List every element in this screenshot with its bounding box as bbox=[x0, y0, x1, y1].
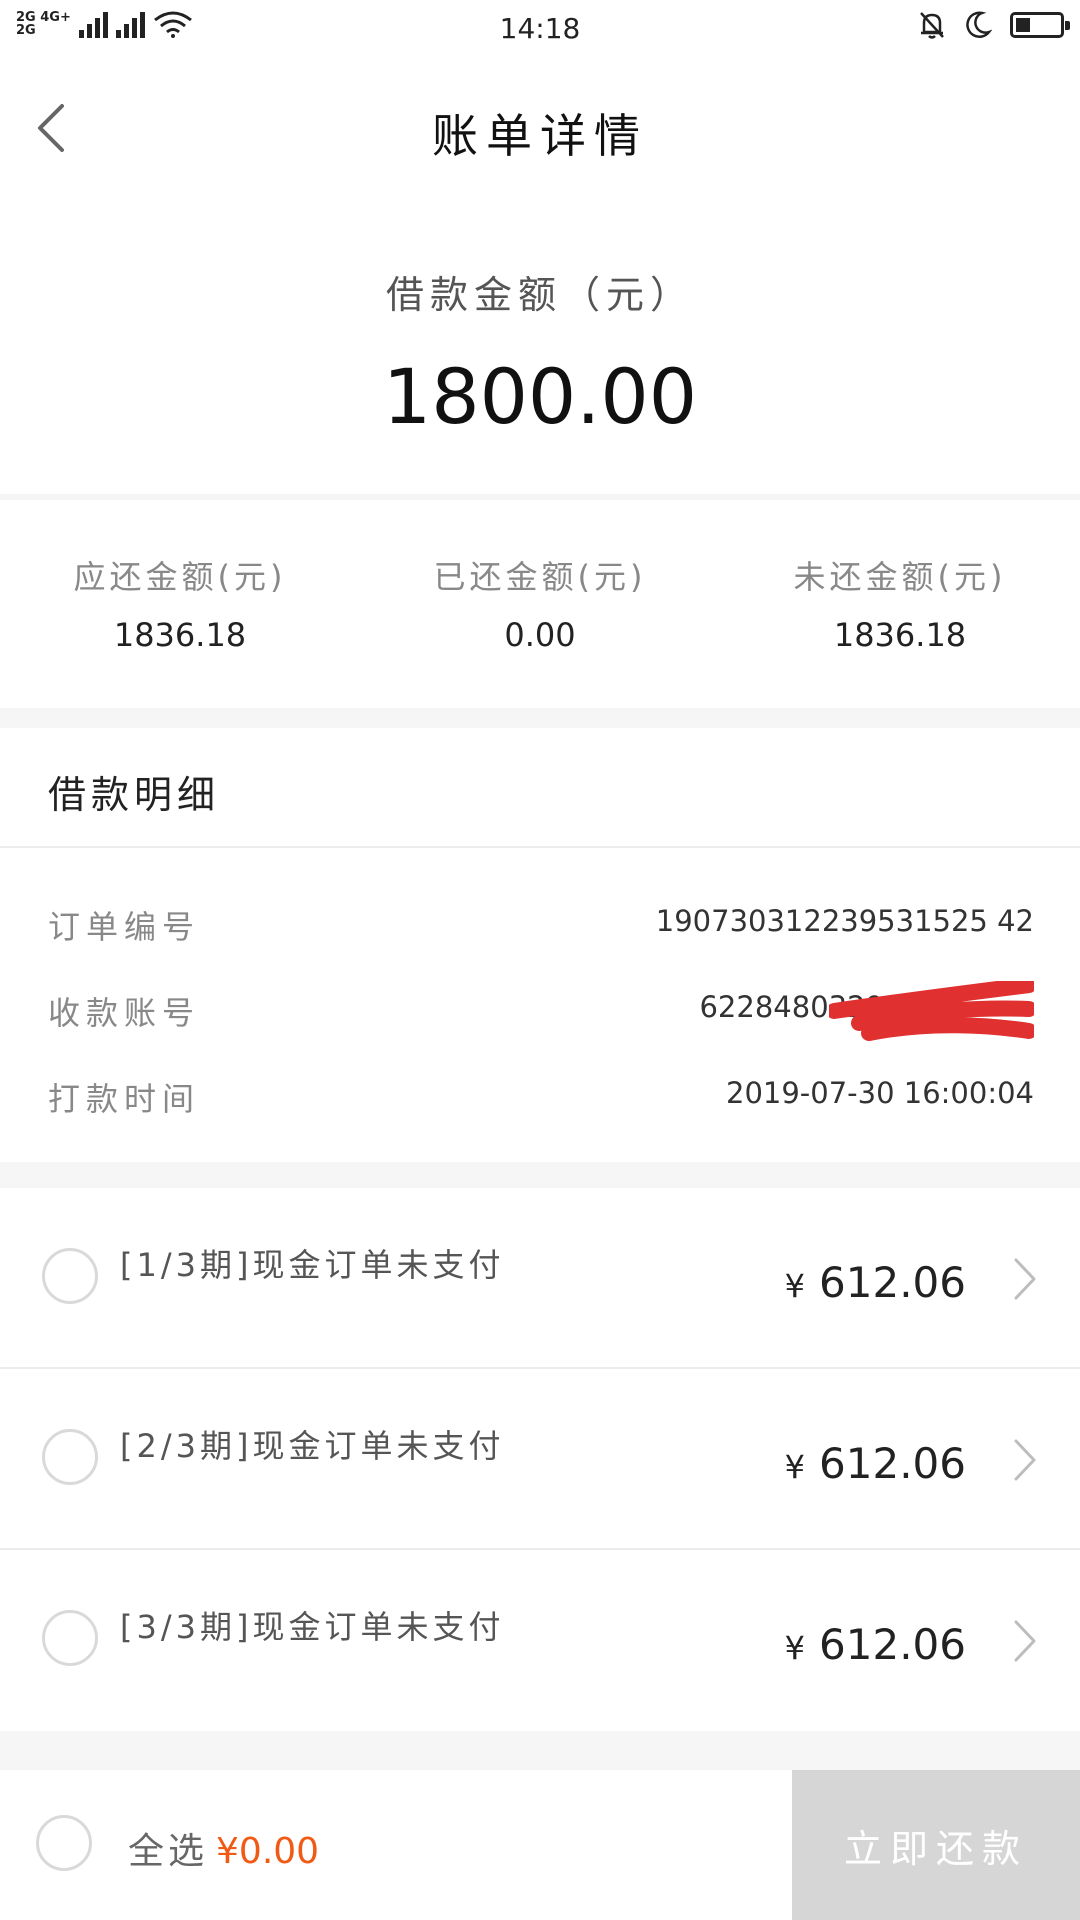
detail-value: 2019-07-30 16:00:04 bbox=[726, 1076, 1034, 1110]
loan-amount-label: 借款金额（元） bbox=[385, 273, 694, 317]
installment-list: [1/3期]现金订单未支付 ¥612.06 [2/3期]现金订单未支付 ¥612… bbox=[0, 1188, 1080, 1731]
select-all-label[interactable]: 全选 ¥0.00 bbox=[128, 1822, 319, 1874]
select-all-text: 全选 bbox=[128, 1831, 209, 1872]
status-bar: 2G 4G+ 2G 14:18 bbox=[0, 0, 1080, 56]
detail-row-account: 收款账号 6228480329 bbox=[48, 978, 1034, 1041]
installment-item[interactable]: [1/3期]现金订单未支付 ¥612.06 bbox=[0, 1188, 1080, 1369]
moon-icon bbox=[966, 11, 992, 38]
battery-icon bbox=[1010, 12, 1070, 38]
summary-label: 已还金额(元) bbox=[433, 558, 647, 596]
installment-amount: ¥612.06 bbox=[785, 1620, 966, 1669]
loan-details: 借款明细 订单编号 190730312239531525 42 收款账号 622… bbox=[0, 728, 1080, 1162]
currency-symbol: ¥ bbox=[784, 1267, 806, 1305]
repayment-summary: 应还金额(元) 1836.18 已还金额(元) 0.00 未还金额(元) 183… bbox=[0, 500, 1080, 708]
chevron-right-icon[interactable] bbox=[1010, 1618, 1040, 1664]
installment-label: [3/3期]现金订单未支付 bbox=[120, 1608, 505, 1646]
summary-paid: 已还金额(元) 0.00 bbox=[360, 500, 720, 708]
detail-key: 订单编号 bbox=[48, 908, 201, 946]
installment-item[interactable]: [3/3期]现金订单未支付 ¥612.06 bbox=[0, 1550, 1080, 1731]
detail-key: 收款账号 bbox=[48, 994, 201, 1032]
summary-label: 应还金额(元) bbox=[73, 558, 287, 596]
loan-amount-card: 借款金额（元） 1800.00 bbox=[0, 202, 1080, 494]
installment-item[interactable]: [2/3期]现金订单未支付 ¥612.06 bbox=[0, 1369, 1080, 1550]
summary-value: 1836.18 bbox=[833, 616, 967, 654]
status-right bbox=[918, 10, 1070, 40]
installment-amount: ¥612.06 bbox=[785, 1258, 966, 1307]
bottom-action-bar: 全选 ¥0.00 立即还款 bbox=[0, 1770, 1080, 1920]
currency-symbol: ¥ bbox=[784, 1629, 806, 1667]
select-all-checkbox[interactable] bbox=[36, 1815, 92, 1871]
summary-due: 应还金额(元) 1836.18 bbox=[0, 500, 360, 708]
nav-header: 账单详情 bbox=[0, 56, 1080, 202]
amount-value: 612.06 bbox=[819, 1620, 966, 1669]
currency-symbol: ¥ bbox=[784, 1448, 806, 1486]
redaction-scribble bbox=[829, 981, 1034, 1041]
page-title: 账单详情 bbox=[432, 109, 648, 163]
summary-value: 0.00 bbox=[504, 616, 576, 654]
amount-value: 612.06 bbox=[819, 1439, 966, 1488]
installment-label: [1/3期]现金订单未支付 bbox=[120, 1246, 505, 1284]
amount-value: 612.06 bbox=[819, 1258, 966, 1307]
details-title: 借款明细 bbox=[48, 773, 221, 817]
installment-checkbox[interactable] bbox=[42, 1610, 98, 1666]
detail-row-payout-time: 打款时间 2019-07-30 16:00:04 bbox=[48, 1064, 1034, 1124]
summary-value: 1836.18 bbox=[113, 616, 247, 654]
loan-amount-value: 1800.00 bbox=[382, 352, 698, 441]
screen: 2G 4G+ 2G 14:18 账单详情 借款金额（元） 1800.00 应还金… bbox=[0, 0, 1080, 1920]
detail-value: 190730312239531525 42 bbox=[655, 904, 1034, 938]
selected-amount: ¥0.00 bbox=[216, 1831, 320, 1872]
detail-row-order-number: 订单编号 190730312239531525 42 bbox=[48, 892, 1034, 952]
installment-checkbox[interactable] bbox=[42, 1248, 98, 1304]
repay-now-button[interactable]: 立即还款 bbox=[792, 1770, 1080, 1920]
detail-key: 打款时间 bbox=[48, 1080, 201, 1118]
bell-muted-icon bbox=[920, 12, 944, 39]
divider bbox=[0, 846, 1080, 848]
summary-unpaid: 未还金额(元) 1836.18 bbox=[720, 500, 1080, 708]
installment-amount: ¥612.06 bbox=[785, 1439, 966, 1488]
installment-label: [2/3期]现金订单未支付 bbox=[120, 1427, 505, 1465]
installment-checkbox[interactable] bbox=[42, 1429, 98, 1485]
chevron-right-icon[interactable] bbox=[1010, 1437, 1040, 1483]
summary-label: 未还金额(元) bbox=[793, 558, 1007, 596]
chevron-right-icon[interactable] bbox=[1010, 1256, 1040, 1302]
